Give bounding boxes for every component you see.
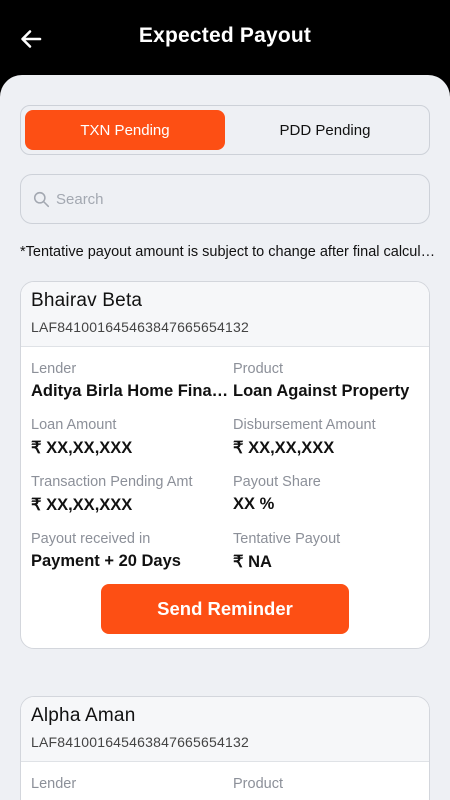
- payout-share-cell: Payout Share XX %: [233, 474, 421, 515]
- card-body: Lender Product: [21, 762, 429, 792]
- payout-card: Bhairav Beta LAF841001645463847665654132…: [20, 281, 430, 649]
- customer-name: Bhairav Beta: [31, 290, 143, 311]
- disbursement-label: Disbursement Amount: [233, 417, 376, 433]
- search-box[interactable]: [20, 174, 430, 224]
- content-sheet: TXN Pending PDD Pending *Tentative payou…: [0, 75, 450, 800]
- card-body: Lender Aditya Birla Home Finance Product…: [21, 347, 429, 634]
- send-reminder-button[interactable]: Send Reminder: [101, 584, 349, 634]
- txn-pending-value: ₹ XX,XX,XXX: [31, 496, 133, 514]
- payout-received-label: Payout received in: [31, 531, 151, 547]
- product-label: Product: [233, 776, 283, 792]
- card-header: Bhairav Beta LAF841001645463847665654132: [21, 282, 429, 347]
- tentative-payout-label: Tentative Payout: [233, 531, 341, 547]
- payout-share-label: Payout Share: [233, 474, 321, 490]
- disbursement-value: ₹ XX,XX,XXX: [233, 439, 335, 457]
- tab-pdd-pending[interactable]: PDD Pending: [225, 110, 425, 150]
- application-id: LAF841001645463847665654132: [31, 734, 249, 750]
- tentative-payout-cell: Tentative Payout ₹ NA: [233, 531, 421, 572]
- product-cell: Product Loan Against Property: [233, 361, 421, 401]
- search-icon: [33, 191, 50, 207]
- lender-label: Lender: [31, 776, 77, 792]
- disbursement-cell: Disbursement Amount ₹ XX,XX,XXX: [233, 417, 421, 458]
- product-value: Loan Against Property: [233, 382, 410, 400]
- search-input[interactable]: [56, 190, 396, 208]
- loan-amount-value: ₹ XX,XX,XXX: [31, 439, 133, 457]
- loan-amount-label: Loan Amount: [31, 417, 117, 433]
- txn-pending-label: Transaction Pending Amt: [31, 474, 193, 490]
- lender-cell: Lender: [31, 776, 233, 792]
- page-title: Expected Payout: [138, 24, 312, 47]
- txn-pending-cell: Transaction Pending Amt ₹ XX,XX,XXX: [31, 474, 233, 515]
- lender-value: Aditya Birla Home Finance: [31, 382, 233, 400]
- payout-share-value: XX %: [233, 495, 275, 513]
- payout-card: Alpha Aman LAF841001645463847665654132 L…: [20, 696, 430, 800]
- lender-cell: Lender Aditya Birla Home Finance: [31, 361, 233, 401]
- tentative-payout-value: ₹ NA: [233, 553, 272, 571]
- product-cell: Product: [233, 776, 421, 792]
- customer-name: Alpha Aman: [31, 705, 136, 726]
- tab-bar: TXN Pending PDD Pending: [20, 105, 430, 155]
- product-label: Product: [233, 361, 283, 377]
- application-id: LAF841001645463847665654132: [31, 319, 249, 335]
- payout-received-value: Payment + 20 Days: [31, 552, 181, 570]
- detail-grid: Lender Aditya Birla Home Finance Product…: [31, 361, 419, 572]
- loan-amount-cell: Loan Amount ₹ XX,XX,XXX: [31, 417, 233, 458]
- payout-received-cell: Payout received in Payment + 20 Days: [31, 531, 233, 572]
- lender-label: Lender: [31, 361, 77, 377]
- payout-disclaimer: *Tentative payout amount is subject to c…: [20, 244, 436, 260]
- tab-txn-pending[interactable]: TXN Pending: [25, 110, 225, 150]
- detail-grid: Lender Product: [31, 776, 419, 792]
- card-header: Alpha Aman LAF841001645463847665654132: [21, 697, 429, 762]
